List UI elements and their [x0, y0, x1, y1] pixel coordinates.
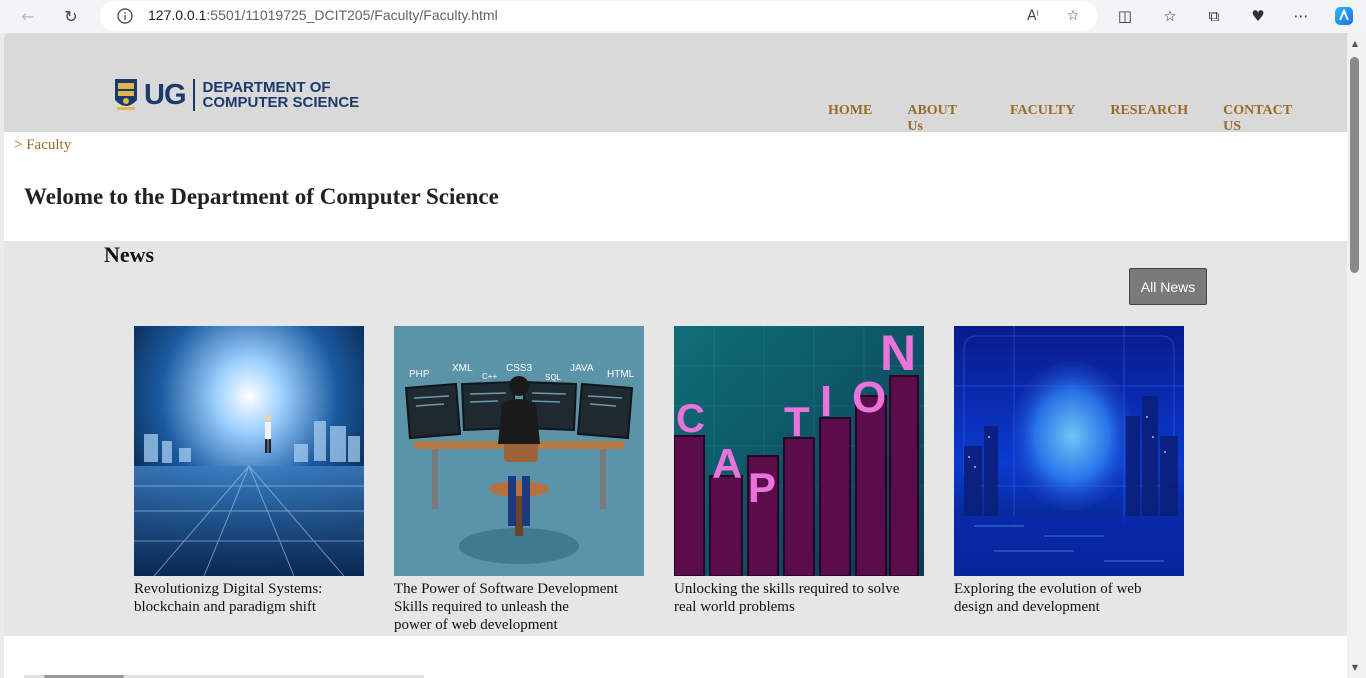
reload-icon[interactable]: ↻ [58, 4, 84, 28]
nav-contact[interactable]: CONTACT US [1223, 103, 1312, 135]
news-image-blockchain[interactable] [134, 326, 364, 576]
browser-toolbar: ← ↻ 127.0.0.1:5501/11019725_DCIT205/Facu… [0, 0, 1366, 33]
news-card[interactable]: Exploring the evolution of web design an… [954, 326, 1204, 616]
nav-about[interactable]: ABOUT Us [907, 103, 975, 135]
news-caption: The Power of Software Development Skills… [394, 580, 644, 634]
news-section: News All News Revolutionizg Digital Syst… [4, 241, 1347, 636]
news-caption-line: design and development [954, 599, 1100, 615]
logo-department-text: DEPARTMENT OF COMPUTER SCIENCE [203, 80, 360, 110]
news-caption-line: Skills required to unleash the [394, 599, 569, 615]
logo-ug-text: UG [144, 78, 186, 111]
tech-label: PHP [409, 369, 430, 380]
favorites-icon[interactable]: ☆ [1157, 4, 1183, 28]
caption-letter: N [880, 326, 916, 381]
more-menu-icon[interactable]: ⋯ [1288, 4, 1314, 28]
tech-label: XML [452, 363, 473, 374]
info-icon[interactable] [116, 7, 134, 25]
favorite-star-icon[interactable]: ☆ [1062, 6, 1084, 26]
page-viewport: UG DEPARTMENT OF COMPUTER SCIENCE HOME A… [4, 33, 1347, 678]
news-image-web-design[interactable] [954, 326, 1184, 576]
browser-essentials-icon[interactable]: ♥ [1245, 4, 1271, 28]
news-image-software-dev[interactable]: PHP XML C++ CSS3 SQL JAVA HTML [394, 326, 644, 576]
tech-label: HTML [607, 369, 635, 380]
url-host: 127.0.0.1 [148, 7, 207, 23]
news-card[interactable]: PHP XML C++ CSS3 SQL JAVA HTML The Power… [394, 326, 644, 634]
news-heading: News [104, 242, 155, 267]
tech-label: JAVA [570, 363, 594, 374]
vertical-scrollbar[interactable]: ▲ ▼ [1347, 33, 1366, 678]
page-title: Welome to the Department of Computer Sci… [24, 184, 499, 209]
all-news-button[interactable]: All News [1129, 268, 1207, 305]
news-caption-line: power of web development [394, 617, 558, 633]
vertical-scrollbar-thumb[interactable] [1350, 57, 1359, 273]
nav-home[interactable]: HOME [828, 103, 872, 135]
news-caption: Exploring the evolution of web design an… [954, 580, 1204, 616]
caption-letter: A [712, 440, 742, 487]
main-nav: HOME ABOUT Us FACULTY RESEARCH CONTACT U… [828, 103, 1347, 135]
news-caption-line: real world problems [674, 599, 795, 615]
nav-research[interactable]: RESEARCH [1110, 103, 1188, 135]
news-caption-line: Revolutionizg Digital Systems: [134, 581, 323, 597]
url-path: :5501/11019725_DCIT205/Faculty/Faculty.h… [206, 7, 498, 23]
scroll-down-arrow-icon[interactable]: ▼ [1350, 663, 1360, 673]
url-text[interactable]: 127.0.0.1:5501/11019725_DCIT205/Faculty/… [148, 7, 498, 23]
copilot-icon[interactable] [1331, 4, 1357, 28]
caption-letter: P [748, 464, 776, 511]
tech-label: SQL [545, 373, 562, 382]
breadcrumb[interactable]: > Faculty [14, 137, 71, 154]
logo-divider [192, 79, 195, 111]
news-caption-line: Exploring the evolution of web [954, 581, 1142, 597]
news-caption-line: blockchain and paradigm shift [134, 599, 317, 615]
back-arrow-icon[interactable]: ← [15, 4, 41, 28]
collections-icon[interactable]: ⧉ [1201, 4, 1227, 28]
read-aloud-icon[interactable]: Aⁱ [1022, 6, 1044, 26]
department-logo[interactable]: UG DEPARTMENT OF COMPUTER SCIENCE [114, 77, 359, 113]
tech-label: C++ [482, 372, 497, 381]
news-image-caption[interactable]: C A P T I O N [674, 326, 924, 576]
news-caption-line: Unlocking the skills required to solve [674, 581, 900, 597]
news-card[interactable]: Revolutionizg Digital Systems: blockchai… [134, 326, 384, 616]
university-crest-icon [115, 79, 137, 110]
split-screen-icon[interactable]: ◫ [1112, 4, 1138, 28]
logo-line-2: COMPUTER SCIENCE [202, 94, 360, 111]
news-caption: Unlocking the skills required to solve r… [674, 580, 924, 616]
news-caption-line: The Power of Software Development [394, 581, 619, 597]
news-caption: Revolutionizg Digital Systems: blockchai… [134, 580, 384, 616]
scroll-up-arrow-icon[interactable]: ▲ [1350, 39, 1360, 49]
address-bar[interactable]: 127.0.0.1:5501/11019725_DCIT205/Faculty/… [100, 1, 1098, 31]
caption-letter: T [784, 398, 810, 445]
tech-label: CSS3 [506, 363, 533, 374]
caption-letter: I [820, 377, 832, 426]
caption-letter: C [676, 397, 705, 441]
nav-faculty[interactable]: FACULTY [1010, 103, 1075, 135]
news-card[interactable]: C A P T I O N Unlocking the skills requi… [674, 326, 924, 616]
site-header: UG DEPARTMENT OF COMPUTER SCIENCE HOME A… [4, 33, 1347, 135]
